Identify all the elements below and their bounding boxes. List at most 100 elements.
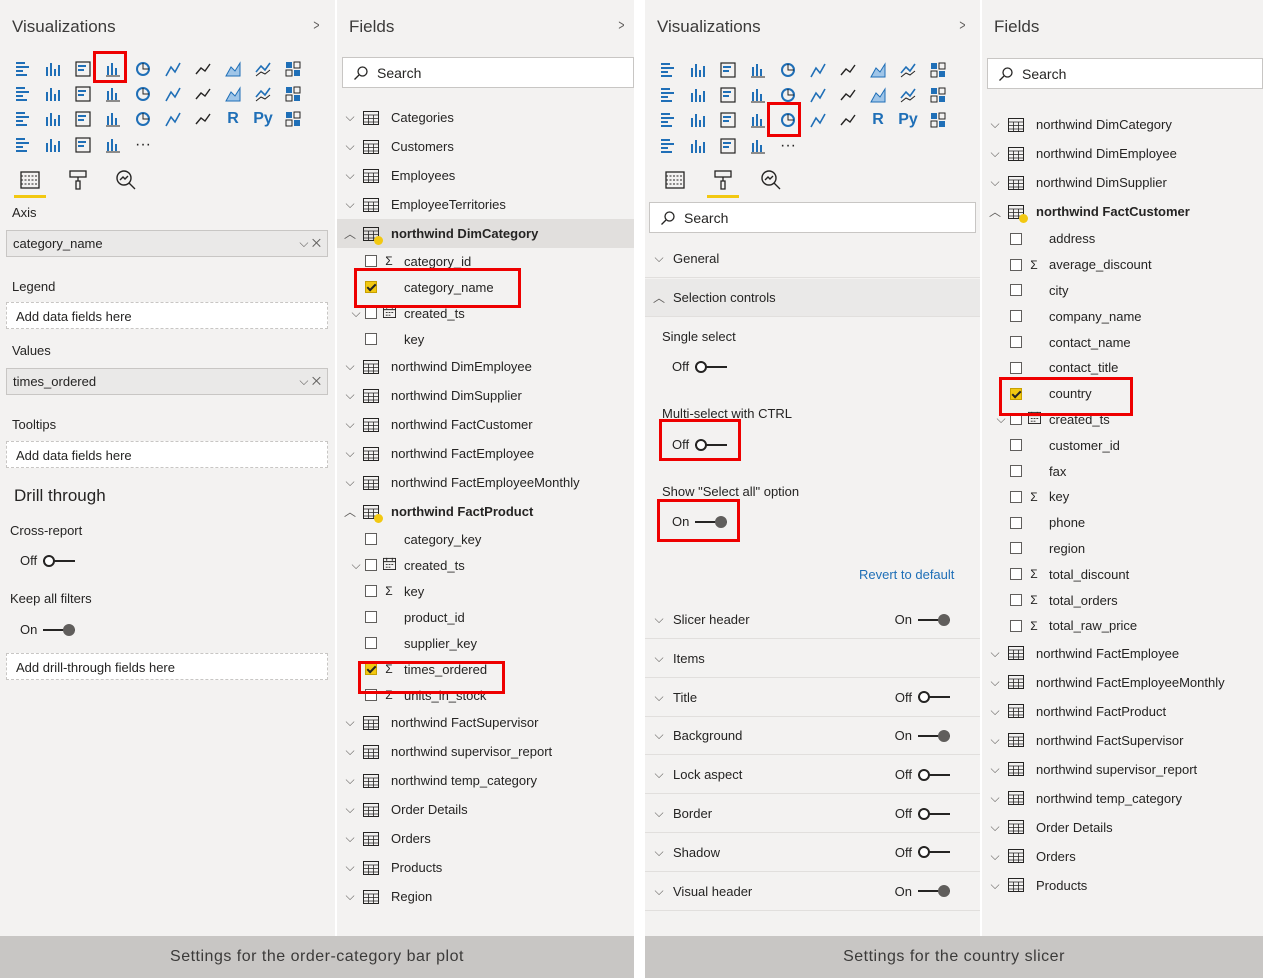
chevron-down-icon[interactable]: ⌵ <box>341 744 359 759</box>
table-row[interactable]: ⌵ Employees <box>337 161 634 190</box>
format-search-input[interactable]: Search <box>649 202 976 233</box>
chevron-down-icon[interactable]: ⌵ <box>986 146 1004 161</box>
format-section[interactable]: ⌵ Shadow Off <box>645 834 980 872</box>
field-row[interactable]: city <box>982 278 1263 304</box>
chevron-down-icon[interactable]: ⌵ <box>341 889 359 904</box>
map-icon[interactable] <box>248 81 278 106</box>
column-100-icon[interactable] <box>803 57 833 82</box>
table-row[interactable]: ⌵ Order Details <box>337 795 634 824</box>
field-row[interactable]: country <box>982 381 1263 407</box>
chevron-down-icon[interactable]: ⌵ <box>986 733 1004 748</box>
selection-controls-section[interactable]: ︿ Selection controls <box>645 279 980 317</box>
select-all-toggle[interactable]: On <box>672 514 728 529</box>
field-checkbox[interactable] <box>365 611 377 623</box>
table-row[interactable]: ⌵ Categories <box>337 103 634 132</box>
field-row[interactable]: Σkey <box>982 484 1263 510</box>
table-row[interactable]: ⌵ northwind DimSupplier <box>982 168 1263 197</box>
table-row[interactable]: ⌵ northwind FactSupervisor <box>982 726 1263 755</box>
cross-report-toggle[interactable]: Off <box>20 553 76 568</box>
section-toggle[interactable]: Off <box>895 690 950 705</box>
section-toggle[interactable]: Off <box>895 767 950 782</box>
values-well[interactable]: times_ordered ⌵ ✕ <box>6 368 328 395</box>
format-paint-roller-icon[interactable] <box>703 165 743 198</box>
table-row[interactable]: ⌵ northwind FactCustomer <box>337 410 634 439</box>
field-checkbox[interactable] <box>1010 284 1022 297</box>
chevron-down-icon[interactable]: ⌵ <box>341 110 359 125</box>
tooltips-well[interactable]: Add data fields here <box>6 441 328 468</box>
revert-to-default-link[interactable]: Revert to default <box>859 567 954 582</box>
column-100-icon[interactable] <box>158 56 188 81</box>
field-row[interactable]: address <box>982 226 1263 252</box>
chevron-up-icon[interactable]: ︿ <box>341 503 359 520</box>
field-checkbox[interactable] <box>365 585 377 597</box>
line-column-2-icon[interactable] <box>653 82 683 107</box>
field-row[interactable]: fax <box>982 458 1263 484</box>
toggle-switch[interactable] <box>918 807 950 821</box>
treemap-icon[interactable] <box>218 81 248 106</box>
chevron-down-icon[interactable]: ⌵ <box>341 475 359 490</box>
toggle-switch[interactable] <box>695 438 728 452</box>
field-row[interactable]: ⌵ created_ts <box>337 552 634 578</box>
line-chart-icon[interactable] <box>833 57 863 82</box>
table-row[interactable]: ⌵ northwind DimCategory <box>982 110 1263 139</box>
stacked-column-icon[interactable] <box>38 56 68 81</box>
keep-filters-toggle[interactable]: On <box>20 622 76 637</box>
table-row[interactable]: ⌵ northwind DimEmployee <box>337 352 634 381</box>
matrix-icon[interactable] <box>188 107 218 132</box>
smart-narrative-icon[interactable] <box>713 133 743 158</box>
field-checkbox[interactable] <box>1010 465 1022 478</box>
field-checkbox[interactable] <box>1010 594 1022 607</box>
toggle-switch[interactable] <box>918 729 950 743</box>
multirow-card-icon[interactable] <box>68 107 98 132</box>
toggle-switch[interactable] <box>43 554 76 568</box>
area-chart-icon[interactable] <box>863 57 893 82</box>
stacked-area-icon[interactable] <box>893 57 923 82</box>
field-row[interactable]: category_key <box>337 526 634 552</box>
format-section[interactable]: ⌵ Items <box>645 640 980 678</box>
collapse-chevron-icon[interactable]: > <box>313 17 319 34</box>
format-section[interactable]: ⌵ Background On <box>645 717 980 756</box>
format-section[interactable]: ⌵ Title Off <box>645 679 980 717</box>
chevron-up-icon[interactable]: ︿ <box>341 225 359 242</box>
chevron-down-icon[interactable]: ⌵ <box>986 646 1004 661</box>
chevron-down-icon[interactable]: ⌵ <box>341 168 359 183</box>
chevron-down-icon[interactable]: ⌵ <box>347 306 365 321</box>
chevron-down-icon[interactable]: ⌵ <box>341 417 359 432</box>
field-row[interactable]: Σtotal_orders <box>982 587 1263 613</box>
chevron-up-icon[interactable]: ︿ <box>986 203 1004 220</box>
python-visual-icon[interactable]: Py <box>248 107 278 132</box>
well-controls[interactable]: ⌵ ✕ <box>299 236 321 251</box>
more-icon[interactable]: ··· <box>773 133 803 158</box>
field-checkbox[interactable] <box>1010 516 1022 529</box>
field-row[interactable]: contact_name <box>982 329 1263 355</box>
chevron-down-icon[interactable]: ⌵ <box>347 558 365 573</box>
line-column-icon[interactable] <box>923 57 953 82</box>
field-checkbox[interactable] <box>365 281 377 293</box>
field-checkbox[interactable] <box>365 559 377 571</box>
field-checkbox[interactable] <box>1010 490 1022 503</box>
pie-icon[interactable] <box>803 82 833 107</box>
field-checkbox[interactable] <box>1010 619 1022 632</box>
chevron-down-icon[interactable]: ⌵ <box>299 236 308 250</box>
gauge-icon[interactable] <box>653 108 683 133</box>
table-icon[interactable] <box>803 108 833 133</box>
treemap-icon[interactable] <box>863 82 893 107</box>
field-row[interactable]: region <box>982 536 1263 562</box>
funnel-icon[interactable] <box>98 81 128 106</box>
field-row[interactable]: phone <box>982 510 1263 536</box>
fields-tab-icon[interactable] <box>10 165 50 198</box>
chevron-down-icon[interactable]: ⌵ <box>986 791 1004 806</box>
funnel-icon[interactable] <box>743 82 773 107</box>
table-row[interactable]: ⌵ northwind FactSupervisor <box>337 708 634 737</box>
field-row[interactable]: supplier_key <box>337 630 634 656</box>
matrix-icon[interactable] <box>833 108 863 133</box>
field-row[interactable]: Σtotal_raw_price <box>982 613 1263 639</box>
bar-100-icon[interactable] <box>128 56 158 81</box>
toggle-switch[interactable] <box>918 613 950 627</box>
ribbon-chart-icon[interactable] <box>683 82 713 107</box>
format-section[interactable]: ⌵ Slicer header On <box>645 601 980 639</box>
chevron-down-icon[interactable]: ⌵ <box>992 412 1010 427</box>
well-controls[interactable]: ⌵ ✕ <box>299 374 321 389</box>
table-row[interactable]: ⌵ Products <box>337 853 634 882</box>
chevron-down-icon[interactable]: ⌵ <box>341 446 359 461</box>
